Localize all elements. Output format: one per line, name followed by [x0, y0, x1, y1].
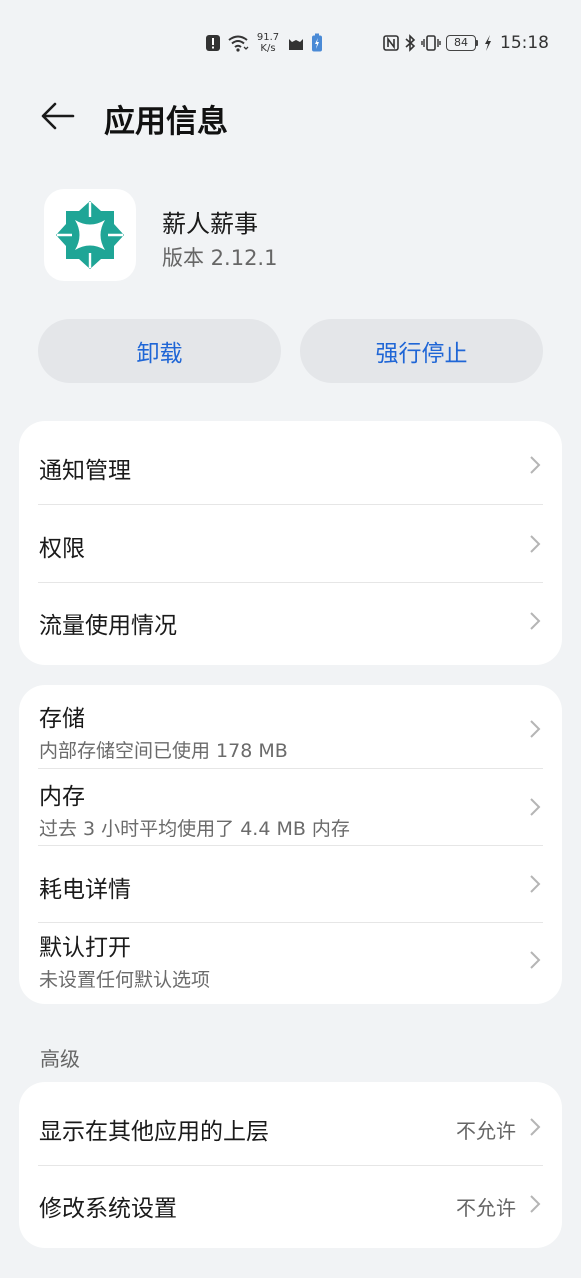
- memory-label: 内存: [39, 784, 85, 810]
- open-by-default-row[interactable]: 默认打开 未设置任何默认选项: [19, 923, 562, 1004]
- status-bar-right: 84 15:18: [383, 30, 549, 56]
- display-over-apps-row[interactable]: 显示在其他应用的上层 不允许: [19, 1082, 562, 1165]
- memory-summary: 过去 3 小时平均使用了 4.4 MB 内存: [39, 818, 350, 840]
- back-button[interactable]: [38, 98, 78, 134]
- clock: 15:18: [500, 33, 549, 53]
- battery-usage-label: 耗电详情: [39, 877, 131, 903]
- advanced-section-label: 高级: [40, 1047, 80, 1071]
- display-over-apps-label: 显示在其他应用的上层: [39, 1119, 269, 1145]
- page-title: 应用信息: [104, 104, 228, 140]
- back-arrow-icon: [41, 102, 75, 130]
- battery-saver-icon: [311, 33, 323, 53]
- storage-row[interactable]: 存储 内部存储空间已使用 178 MB: [19, 685, 562, 768]
- vibrate-icon: [421, 34, 441, 52]
- network-speed-unit: K/s: [260, 43, 276, 54]
- settings-card-general: 通知管理 权限 流量使用情况: [19, 421, 562, 665]
- chevron-right-icon: [530, 1195, 541, 1213]
- chevron-right-icon: [530, 456, 541, 474]
- network-speed: 91.7 K/s: [255, 32, 281, 54]
- storage-summary: 内部存储空间已使用 178 MB: [39, 740, 288, 762]
- storage-label: 存储: [39, 706, 85, 732]
- chevron-right-icon: [530, 875, 541, 893]
- chevron-right-icon: [530, 798, 541, 816]
- app-name: 薪人薪事: [162, 210, 258, 238]
- charging-icon: [483, 34, 493, 52]
- cat-notification-icon: [287, 34, 305, 52]
- chevron-right-icon: [530, 720, 541, 738]
- settings-card-advanced: 显示在其他应用的上层 不允许 修改系统设置 不允许: [19, 1082, 562, 1248]
- open-by-default-label: 默认打开: [39, 935, 131, 961]
- chevron-right-icon: [530, 612, 541, 630]
- memory-row[interactable]: 内存 过去 3 小时平均使用了 4.4 MB 内存: [19, 769, 562, 845]
- app-logo-icon: [56, 201, 124, 269]
- modify-system-settings-row[interactable]: 修改系统设置 不允许: [19, 1166, 562, 1248]
- permissions-row[interactable]: 权限: [19, 505, 562, 582]
- data-usage-label: 流量使用情况: [39, 613, 177, 639]
- battery-level: 84: [446, 35, 476, 51]
- modify-system-settings-value: 不允许: [456, 1196, 516, 1220]
- bluetooth-icon: [404, 34, 416, 52]
- modify-system-settings-label: 修改系统设置: [39, 1196, 177, 1222]
- uninstall-button[interactable]: 卸载: [38, 319, 281, 383]
- data-usage-row[interactable]: 流量使用情况: [19, 583, 562, 665]
- nfc-icon: [383, 34, 399, 52]
- permissions-label: 权限: [39, 536, 85, 562]
- chevron-right-icon: [530, 535, 541, 553]
- status-bar-left: 91.7 K/s: [205, 30, 323, 56]
- header: 应用信息: [0, 88, 581, 144]
- notification-management-label: 通知管理: [39, 458, 131, 484]
- force-stop-button[interactable]: 强行停止: [300, 319, 543, 383]
- app-version: 版本 2.12.1: [162, 246, 278, 270]
- settings-card-details: 存储 内部存储空间已使用 178 MB 内存 过去 3 小时平均使用了 4.4 …: [19, 685, 562, 1004]
- app-icon: [44, 189, 136, 281]
- open-by-default-summary: 未设置任何默认选项: [39, 969, 211, 991]
- chevron-right-icon: [530, 1118, 541, 1136]
- notification-management-row[interactable]: 通知管理: [19, 421, 562, 504]
- chevron-right-icon: [530, 951, 541, 969]
- alert-icon: [205, 34, 221, 52]
- display-over-apps-value: 不允许: [456, 1119, 516, 1143]
- battery-indicator: 84: [446, 35, 478, 51]
- battery-usage-row[interactable]: 耗电详情: [19, 846, 562, 922]
- wifi-icon: [227, 34, 249, 52]
- status-bar: 91.7 K/s 84 15:18: [0, 0, 581, 86]
- network-speed-value: 91.7: [256, 32, 280, 43]
